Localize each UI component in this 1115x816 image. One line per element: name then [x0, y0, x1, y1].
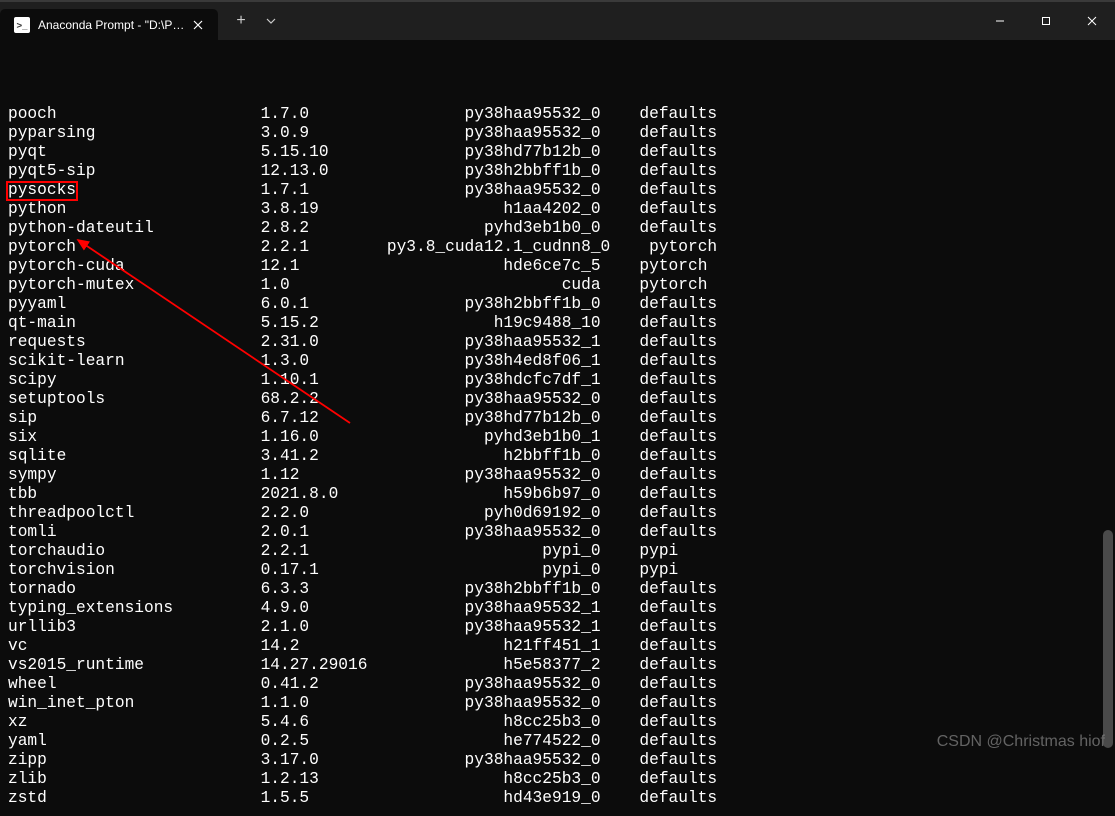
package-row: scikit-learn 1.3.0 py38h4ed8f06_1 defaul…	[8, 352, 1107, 371]
package-row: pyparsing 3.0.9 py38haa95532_0 defaults	[8, 124, 1107, 143]
package-row: zstd 1.5.5 hd43e919_0 defaults	[8, 789, 1107, 808]
package-row: win_inet_pton 1.1.0 py38haa95532_0 defau…	[8, 694, 1107, 713]
tab-dropdown-button[interactable]	[256, 6, 286, 36]
package-row: pytorch-mutex 1.0 cuda pytorch	[8, 276, 1107, 295]
package-row: vc 14.2 h21ff451_1 defaults	[8, 637, 1107, 656]
package-row: tomli 2.0.1 py38haa95532_0 defaults	[8, 523, 1107, 542]
scrollbar-track[interactable]	[1101, 40, 1115, 761]
package-row: tbb 2021.8.0 h59b6b97_0 defaults	[8, 485, 1107, 504]
package-row: tornado 6.3.3 py38h2bbff1b_0 defaults	[8, 580, 1107, 599]
package-row: pyqt 5.15.10 py38hd77b12b_0 defaults	[8, 143, 1107, 162]
package-row: setuptools 68.2.2 py38haa95532_0 default…	[8, 390, 1107, 409]
package-row: qt-main 5.15.2 h19c9488_10 defaults	[8, 314, 1107, 333]
package-row: scipy 1.10.1 py38hdcfc7df_1 defaults	[8, 371, 1107, 390]
package-row: pytorch 2.2.1 py3.8_cuda12.1_cudnn8_0 py…	[8, 238, 1107, 257]
package-row: sip 6.7.12 py38hd77b12b_0 defaults	[8, 409, 1107, 428]
package-row: pyyaml 6.0.1 py38h2bbff1b_0 defaults	[8, 295, 1107, 314]
anaconda-icon: >_	[14, 17, 30, 33]
tab-title: Anaconda Prompt - "D:\Prog…	[38, 18, 188, 32]
terminal-output[interactable]: pooch 1.7.0 py38haa95532_0 defaultspypar…	[0, 40, 1115, 816]
package-row: zlib 1.2.13 h8cc25b3_0 defaults	[8, 770, 1107, 789]
package-row: python 3.8.19 h1aa4202_0 defaults	[8, 200, 1107, 219]
package-row: sqlite 3.41.2 h2bbff1b_0 defaults	[8, 447, 1107, 466]
package-row: six 1.16.0 pyhd3eb1b0_1 defaults	[8, 428, 1107, 447]
scrollbar-thumb[interactable]	[1103, 530, 1113, 748]
package-row: torchaudio 2.2.1 pypi_0 pypi	[8, 542, 1107, 561]
titlebar: >_ Anaconda Prompt - "D:\Prog… +	[0, 0, 1115, 40]
watermark: CSDN @Christmas hiof	[937, 733, 1105, 751]
minimize-button[interactable]	[977, 2, 1023, 40]
package-row: pooch 1.7.0 py38haa95532_0 defaults	[8, 105, 1107, 124]
package-row: pytorch-cuda 12.1 hde6ce7c_5 pytorch	[8, 257, 1107, 276]
new-tab-button[interactable]: +	[226, 6, 256, 36]
window-controls	[977, 2, 1115, 40]
package-row: torchvision 0.17.1 pypi_0 pypi	[8, 561, 1107, 580]
package-row: urllib3 2.1.0 py38haa95532_1 defaults	[8, 618, 1107, 637]
maximize-button[interactable]	[1023, 2, 1069, 40]
package-row: xz 5.4.6 h8cc25b3_0 defaults	[8, 713, 1107, 732]
terminal-tab[interactable]: >_ Anaconda Prompt - "D:\Prog…	[0, 9, 218, 41]
package-row: wheel 0.41.2 py38haa95532_0 defaults	[8, 675, 1107, 694]
package-row: requests 2.31.0 py38haa95532_1 defaults	[8, 333, 1107, 352]
close-button[interactable]	[1069, 2, 1115, 40]
tab-close-button[interactable]	[188, 15, 208, 35]
package-row: pysocks 1.7.1 py38haa95532_0 defaults	[8, 181, 1107, 200]
package-row: vs2015_runtime 14.27.29016 h5e58377_2 de…	[8, 656, 1107, 675]
package-row: python-dateutil 2.8.2 pyhd3eb1b0_0 defau…	[8, 219, 1107, 238]
package-row: pyqt5-sip 12.13.0 py38h2bbff1b_0 default…	[8, 162, 1107, 181]
package-row: threadpoolctl 2.2.0 pyh0d69192_0 default…	[8, 504, 1107, 523]
package-row: sympy 1.12 py38haa95532_0 defaults	[8, 466, 1107, 485]
svg-text:>_: >_	[17, 21, 29, 32]
package-row: typing_extensions 4.9.0 py38haa95532_1 d…	[8, 599, 1107, 618]
